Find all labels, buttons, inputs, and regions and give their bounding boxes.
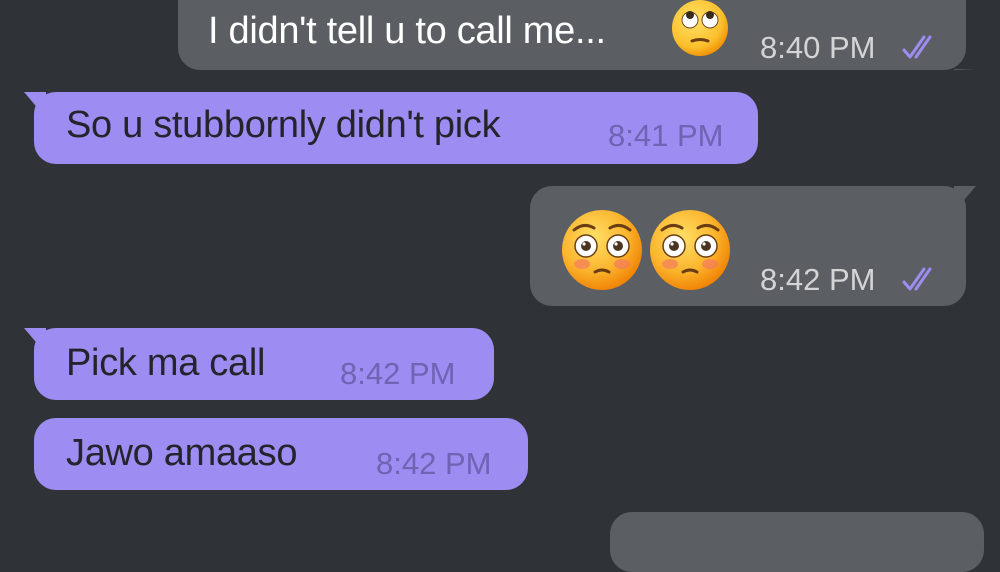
double-check-read-icon — [900, 32, 940, 62]
message-text: Jawo amaaso — [66, 432, 298, 474]
double-check-read-icon — [900, 264, 940, 294]
message-text: So u stubbornly didn't pick — [66, 104, 501, 146]
message-timestamp: 8:41 PM — [608, 118, 724, 153]
flushed-face-emoji-icon — [560, 208, 644, 292]
flushed-face-emoji-icon — [648, 208, 732, 292]
message-text: I didn't tell u to call me... — [208, 10, 606, 52]
message-timestamp: 8:42 PM — [340, 356, 456, 391]
message-bubble-outgoing[interactable]: 8:42 PM — [530, 186, 976, 306]
message-bubble-incoming[interactable]: So u stubbornly didn't pick 8:41 PM — [24, 92, 758, 164]
message-bubble-outgoing-partial[interactable] — [610, 512, 984, 572]
message-timestamp: 8:40 PM — [760, 30, 876, 65]
message-text: Pick ma call — [66, 342, 266, 384]
message-timestamp: 8:42 PM — [376, 446, 492, 481]
message-timestamp: 8:42 PM — [760, 262, 876, 297]
rolling-eyes-emoji-icon — [670, 0, 730, 58]
message-bubble-incoming[interactable]: Jawo amaaso 8:42 PM — [34, 418, 528, 490]
message-bubble-outgoing[interactable]: I didn't tell u to call me... 8:40 PM — [178, 0, 976, 70]
message-bubble-incoming[interactable]: Pick ma call 8:42 PM — [24, 328, 494, 400]
